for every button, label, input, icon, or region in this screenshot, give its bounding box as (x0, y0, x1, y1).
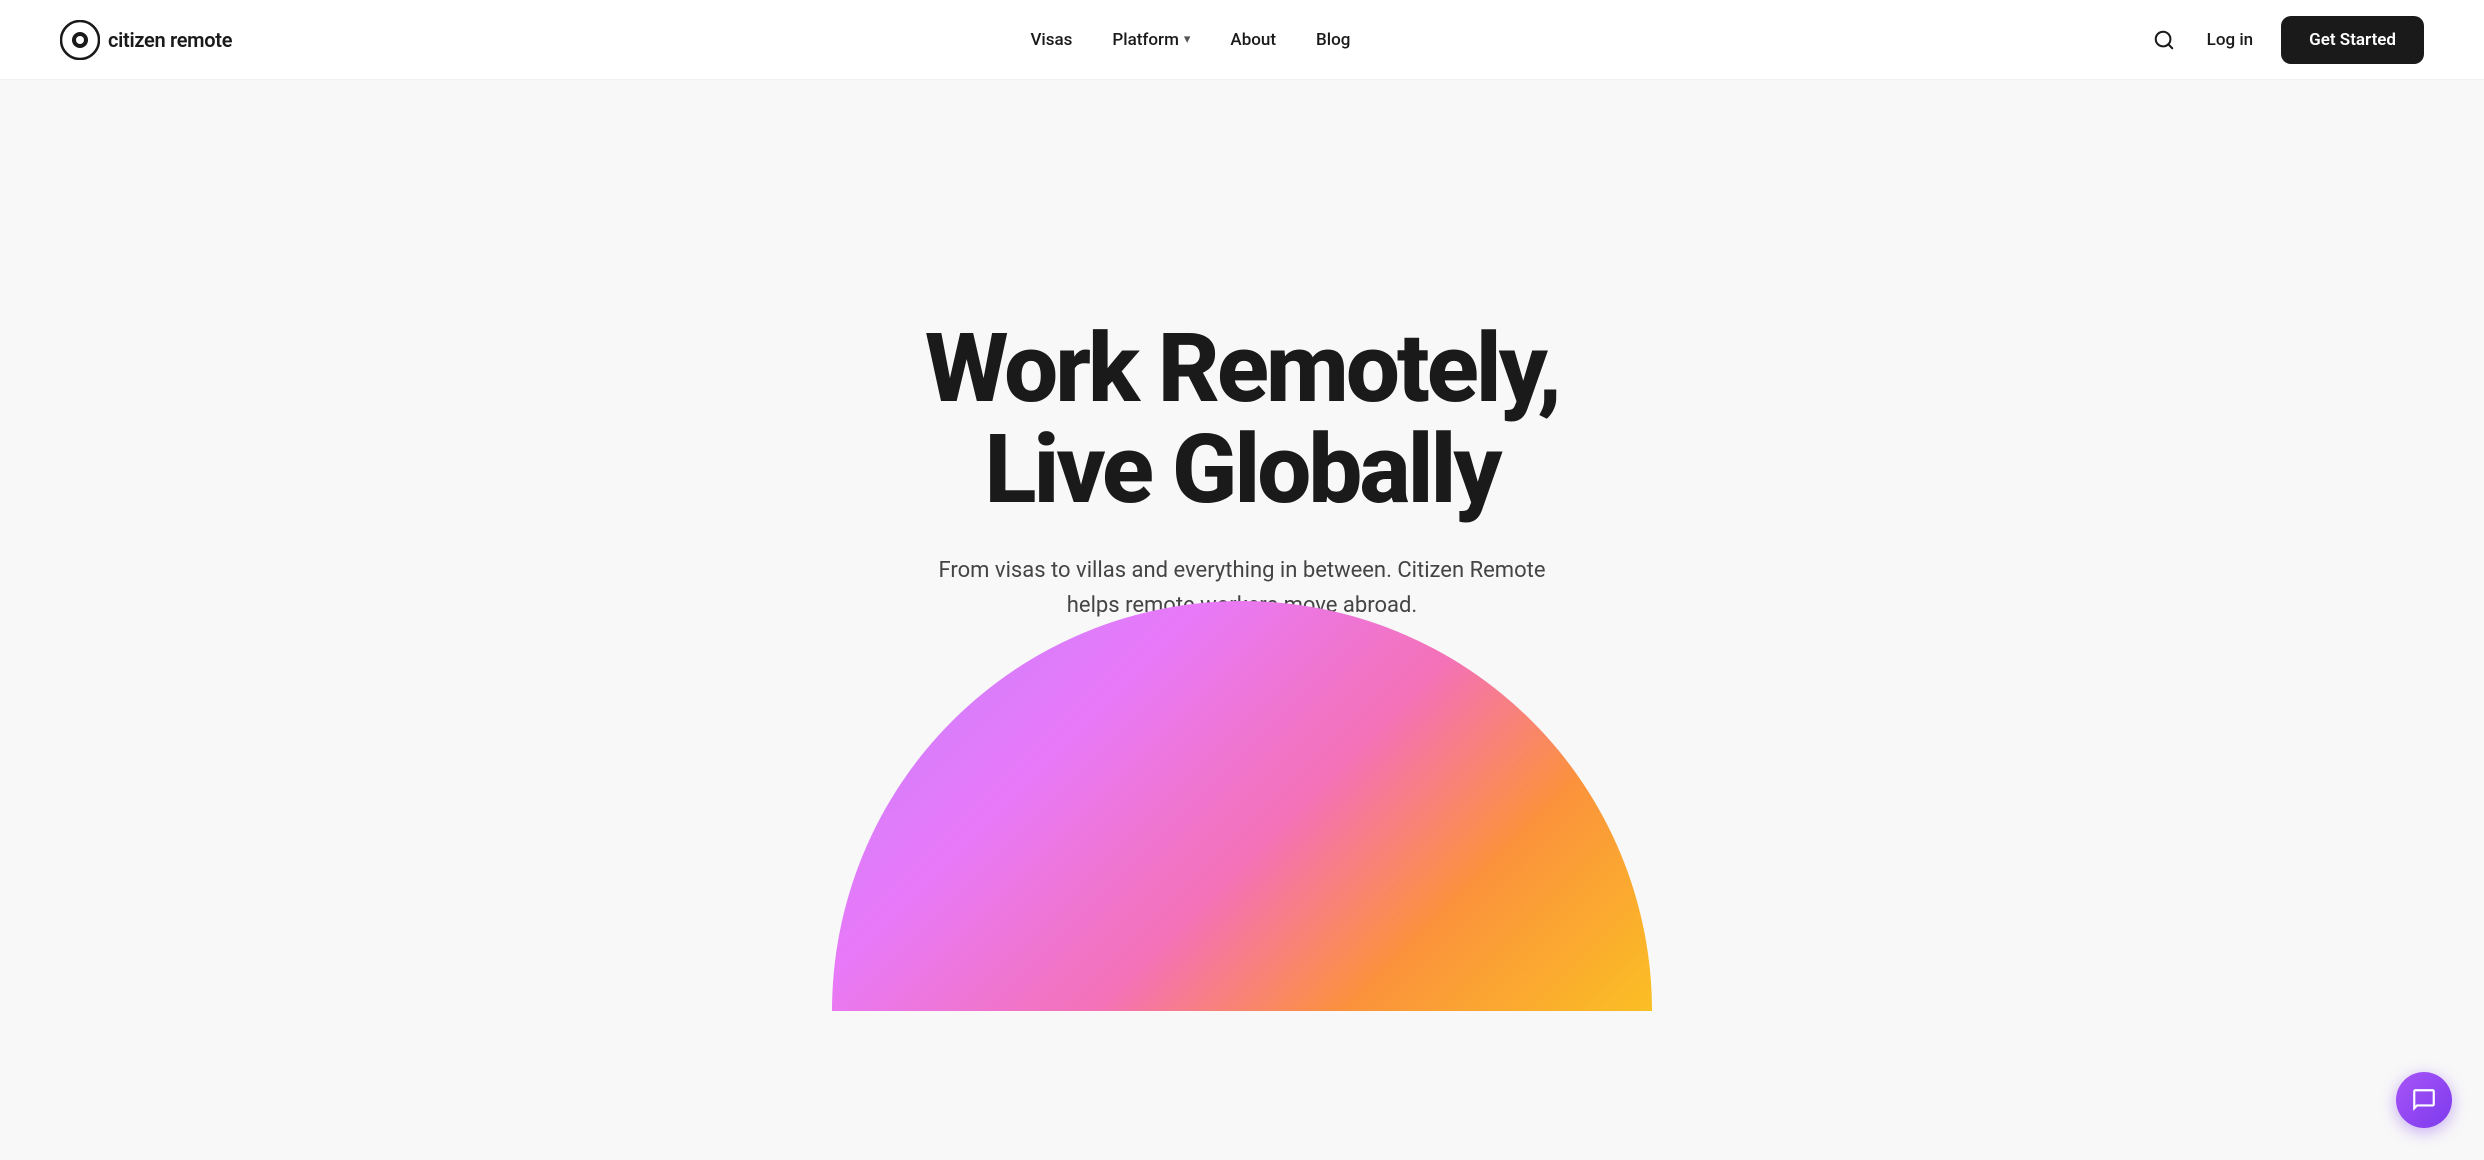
chat-button[interactable] (2396, 1072, 2452, 1128)
nav-platform[interactable]: Platform ▾ (1112, 30, 1190, 50)
search-button[interactable] (2149, 25, 2179, 55)
navbar-actions: Log in Get Started (2149, 16, 2424, 64)
login-link[interactable]: Log in (2207, 30, 2253, 50)
logo-icon (60, 20, 100, 60)
nav-links: Visas Platform ▾ About Blog (1030, 30, 1350, 50)
chat-icon (2411, 1087, 2437, 1113)
hero-globe-illustration (832, 601, 1652, 1011)
nav-visas[interactable]: Visas (1030, 30, 1072, 50)
get-started-nav-button[interactable]: Get Started (2281, 16, 2424, 64)
hero-title: Work Remotely, Live Globally (925, 319, 1559, 521)
hero-globe-container (40, 811, 2444, 1011)
search-icon (2153, 29, 2175, 51)
brand-name: citizen remote (108, 28, 232, 52)
nav-blog[interactable]: Blog (1316, 30, 1350, 50)
chevron-down-icon: ▾ (1184, 32, 1191, 47)
navbar: citizen remote Visas Platform ▾ About Bl… (0, 0, 2484, 80)
hero-section: Work Remotely, Live Globally From visas … (0, 80, 2484, 1160)
logo-link[interactable]: citizen remote (60, 20, 232, 60)
nav-about[interactable]: About (1230, 30, 1276, 50)
